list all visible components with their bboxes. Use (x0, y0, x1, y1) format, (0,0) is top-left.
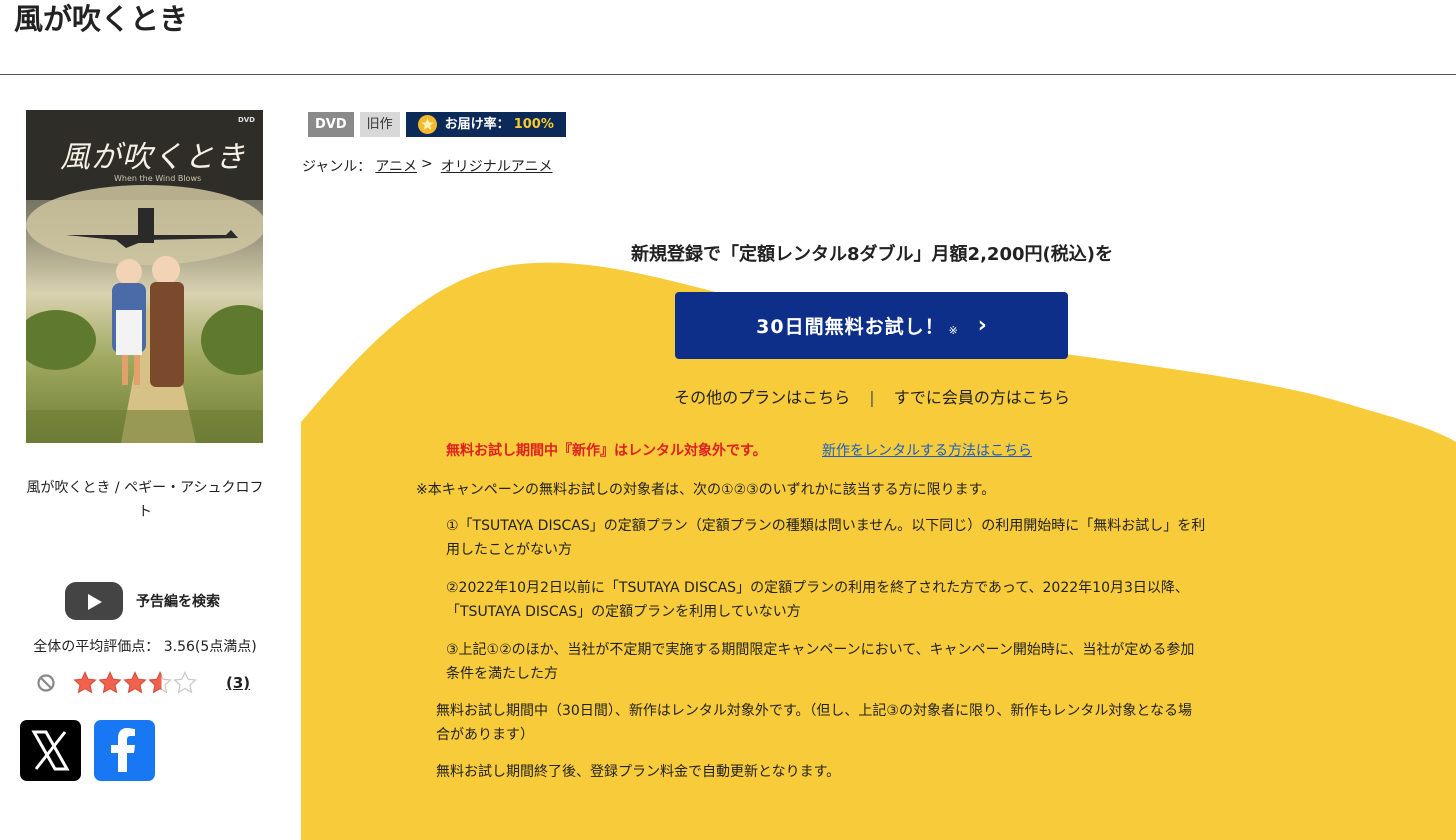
free-trial-label: 30日間無料お試し！ (756, 316, 945, 338)
chevron-right-icon: › (977, 313, 987, 338)
plan-links-separator: | (869, 388, 875, 407)
existing-member-link[interactable]: すでに会員の方はこちら (894, 388, 1070, 407)
rating-star-icon (98, 671, 122, 694)
free-trial-note: ※ (948, 324, 958, 337)
campaign-eligibility-notice: ※本キャンペーンの無料お試しの対象者は、次の①②③のいずれかに該当する方に限りま… (416, 482, 996, 498)
new-release-warning: 無料お試し期間中『新作』はレンタル対象外です。 (446, 443, 767, 459)
share-x-button[interactable] (20, 720, 81, 781)
header-divider (0, 74, 1456, 75)
plan-links: その他のプランはこちら | すでに会員の方はこちら (301, 384, 1443, 408)
condition-3: ③上記①②のほか、当社が不定期で実施する期間限定キャンペーンにおいて、キャンペー… (446, 638, 1194, 686)
trailer-search-button[interactable]: 予告編を検索 (65, 582, 220, 620)
new-release-rental-link[interactable]: 新作をレンタルする方法はこちら (822, 440, 1032, 460)
condition-1: ①「TSUTAYA DISCAS」の定額プラン（定額プランの種類は問いません。以… (446, 514, 1205, 562)
delivery-rate-value: 100% (513, 117, 554, 132)
delivery-rate-badge: お届け率： 100% (405, 112, 566, 137)
poster-subtitle-text: When the Wind Blows (114, 174, 202, 183)
youtube-play-icon (65, 582, 123, 620)
product-caption: 風が吹くとき / ペギー・アシュクロフト (26, 480, 264, 520)
trial-period-note: 無料お試し期間中（30日間）、新作はレンタル対象外です。（但し、上記③の対象者に… (436, 699, 1192, 747)
rating-star-icon (123, 671, 147, 694)
format-badge: DVD (308, 112, 354, 137)
review-count-link[interactable]: (3) (226, 674, 250, 692)
rating-star-icon (148, 671, 172, 694)
rating-star-icon (173, 671, 197, 694)
condition-3-line-1: ③上記①②のほか、当社が不定期で実施する期間限定キャンペーンにおいて、キャンペー… (446, 642, 1195, 658)
genre-link-anime[interactable]: アニメ (375, 156, 417, 176)
rating-stars (73, 671, 198, 695)
genre-label: ジャンル： (302, 159, 372, 175)
age-badge: 旧作 (359, 112, 400, 137)
other-plans-link[interactable]: その他のプランはこちら (674, 388, 850, 407)
trailer-search-label: 予告編を検索 (136, 594, 220, 610)
rating-star-icon (73, 671, 97, 694)
genre-separator: > (421, 156, 433, 172)
condition-1-line-1: ①「TSUTAYA DISCAS」の定額プラン（定額プランの種類は問いません。以… (446, 518, 1206, 534)
condition-1-line-2: 用したことがない方 (446, 542, 572, 558)
share-facebook-button[interactable] (94, 720, 155, 781)
delivery-rate-label: お届け率： (444, 117, 510, 132)
trial-period-note-line-1: 無料お試し期間中（30日間）、新作はレンタル対象外です。（但し、上記③の対象者に… (436, 703, 1192, 719)
campaign-headline: 新規登録で「定額レンタル8ダブル」月額2,200円(税込)を (631, 244, 1113, 265)
rating-row: (3) (37, 671, 250, 695)
genre-breadcrumb: ジャンル： アニメ > オリジナルアニメ (302, 156, 553, 176)
star-coin-icon (417, 115, 437, 134)
genre-link-original-anime[interactable]: オリジナルアニメ (441, 156, 553, 176)
free-trial-button[interactable]: 30日間無料お試し！ ※ › (675, 292, 1068, 359)
product-badges: DVD 旧作 お届け率： 100% (308, 112, 572, 137)
trial-period-note-line-2: 合があります） (436, 727, 534, 743)
no-entry-icon[interactable] (37, 674, 55, 692)
condition-2-line-1: ②2022年10月2日以前に「TSUTAYA DISCAS」の定額プランの利用を… (446, 580, 1189, 596)
condition-2-line-2: 「TSUTAYA DISCAS」の定額プランを利用していない方 (446, 604, 801, 620)
dvd-logo-icon: DVD (237, 116, 255, 124)
condition-3-line-2: 条件を満たした方 (446, 666, 558, 682)
product-poster-image[interactable]: 風が吹くとき When the Wind Blows DVD (26, 110, 263, 443)
page-title: 風が吹くとき (14, 2, 189, 36)
auto-renew-note: 無料お試し期間終了後、登録プラン料金で自動更新となります。 (436, 764, 841, 780)
facebook-logo-icon (111, 728, 135, 772)
condition-2: ②2022年10月2日以前に「TSUTAYA DISCAS」の定額プランの利用を… (446, 576, 1189, 624)
average-rating-text: 全体の平均評価点： 3.56(5点満点) (33, 639, 257, 655)
poster-title-text: 風が吹くとき (60, 140, 246, 175)
x-logo-icon (31, 730, 70, 771)
